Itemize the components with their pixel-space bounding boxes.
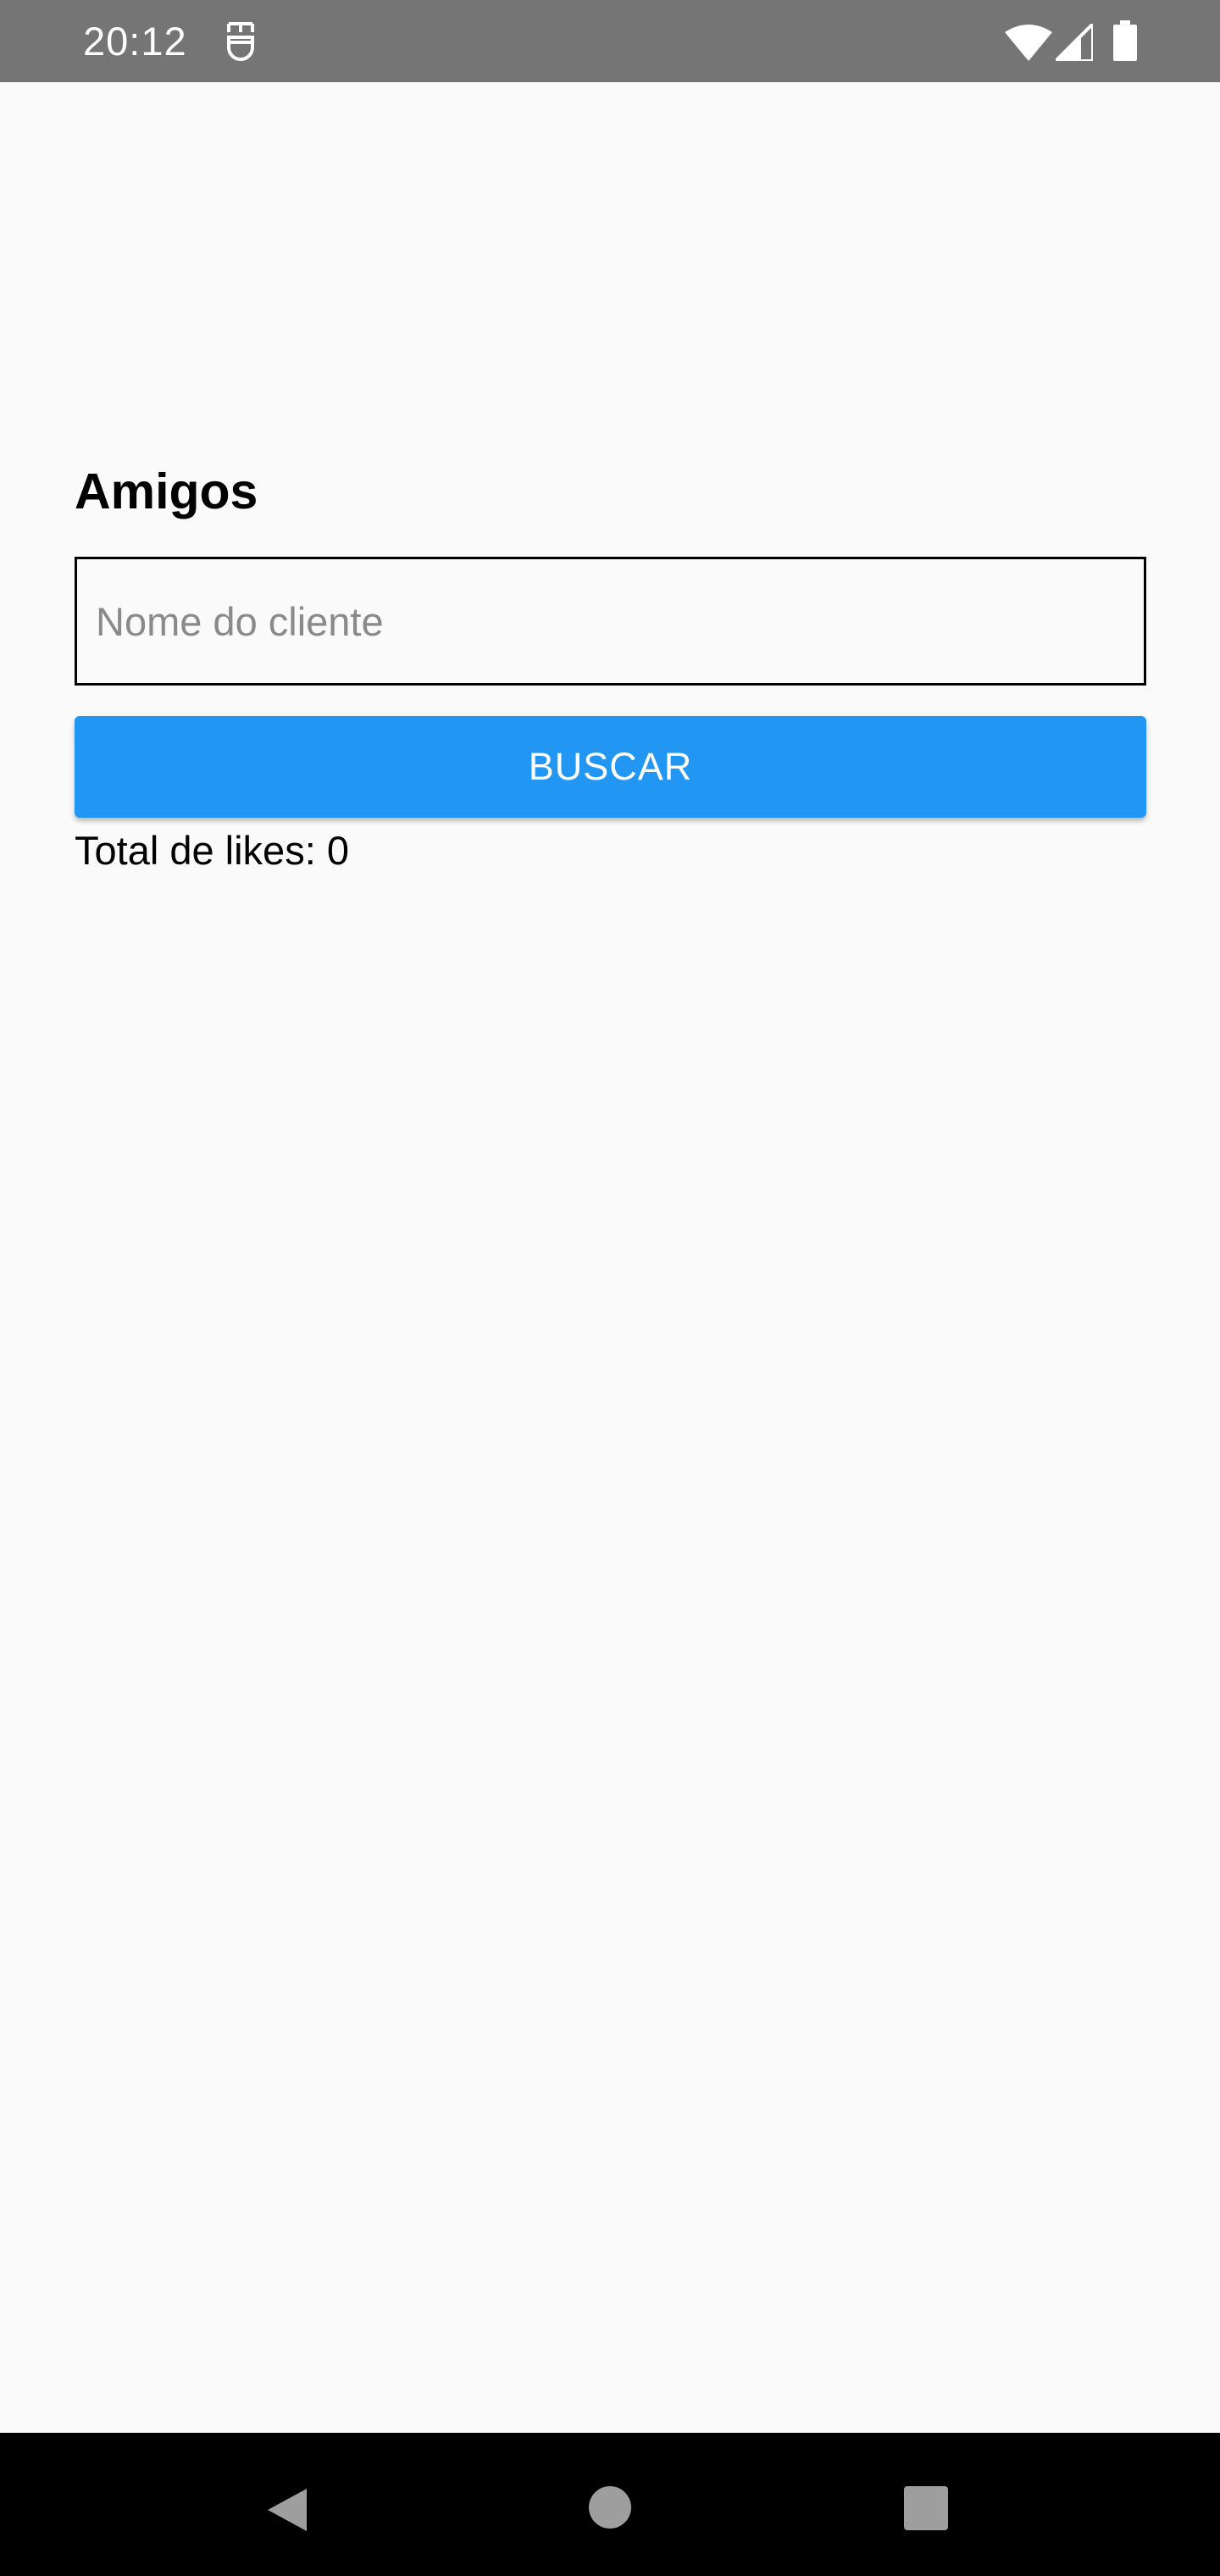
signal-icon: [1056, 24, 1093, 61]
app-screen: 20:12 Amigos BUSCAR Total de likes: 0: [0, 0, 1220, 2576]
back-icon[interactable]: [264, 2485, 313, 2534]
total-likes: Total de likes: 0: [75, 824, 349, 878]
total-likes-count: 0: [326, 828, 349, 873]
status-time: 20:12: [83, 19, 187, 64]
recents-icon[interactable]: [903, 2485, 949, 2531]
home-icon[interactable]: [588, 2485, 632, 2529]
battery-icon: [1113, 20, 1137, 61]
client-name-input[interactable]: [75, 557, 1146, 686]
search-button[interactable]: BUSCAR: [75, 716, 1146, 818]
navigation-bar: [0, 2433, 1220, 2576]
total-likes-label: Total de likes:: [75, 828, 327, 873]
page-title: Amigos: [75, 464, 258, 519]
notification-icon: [227, 22, 254, 61]
status-bar: 20:12: [0, 0, 1220, 82]
wifi-icon: [1005, 25, 1052, 61]
